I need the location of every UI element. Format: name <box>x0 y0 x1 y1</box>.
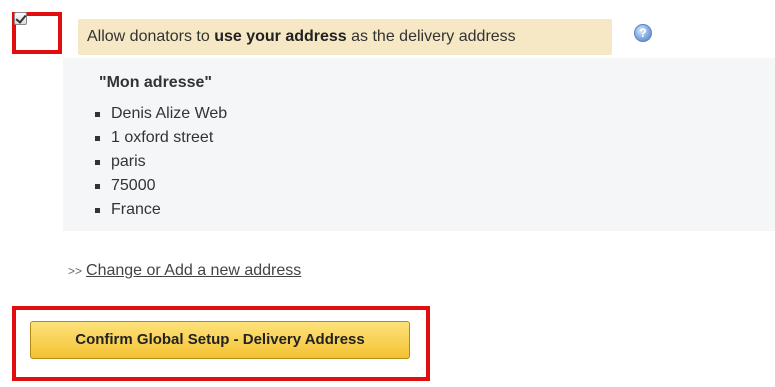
option-label-prefix: Allow donators to <box>87 28 215 45</box>
address-line-street: 1 oxford street <box>93 126 227 150</box>
help-icon[interactable]: ? <box>634 24 652 42</box>
confirm-delivery-address-button[interactable]: Confirm Global Setup - Delivery Address <box>30 321 410 359</box>
use-address-option-label: Allow donators to use your address as th… <box>78 19 612 55</box>
change-address-row: >> Change or Add a new address <box>68 262 301 280</box>
change-address-prefix: >> <box>68 264 83 278</box>
address-line-name: Denis Alize Web <box>93 102 227 126</box>
address-panel: "Mon adresse" Denis Alize Web 1 oxford s… <box>63 58 775 231</box>
change-address-link[interactable]: Change or Add a new address <box>86 262 301 279</box>
address-line-country: France <box>93 198 227 222</box>
address-title: "Mon adresse" <box>99 74 212 91</box>
address-list: Denis Alize Web 1 oxford street paris 75… <box>93 102 227 222</box>
option-label-suffix: as the delivery address <box>346 28 516 45</box>
address-line-postcode: 75000 <box>93 174 227 198</box>
address-line-city: paris <box>93 150 227 174</box>
option-label-bold: use your address <box>214 28 347 45</box>
use-address-checkbox[interactable] <box>14 12 27 25</box>
